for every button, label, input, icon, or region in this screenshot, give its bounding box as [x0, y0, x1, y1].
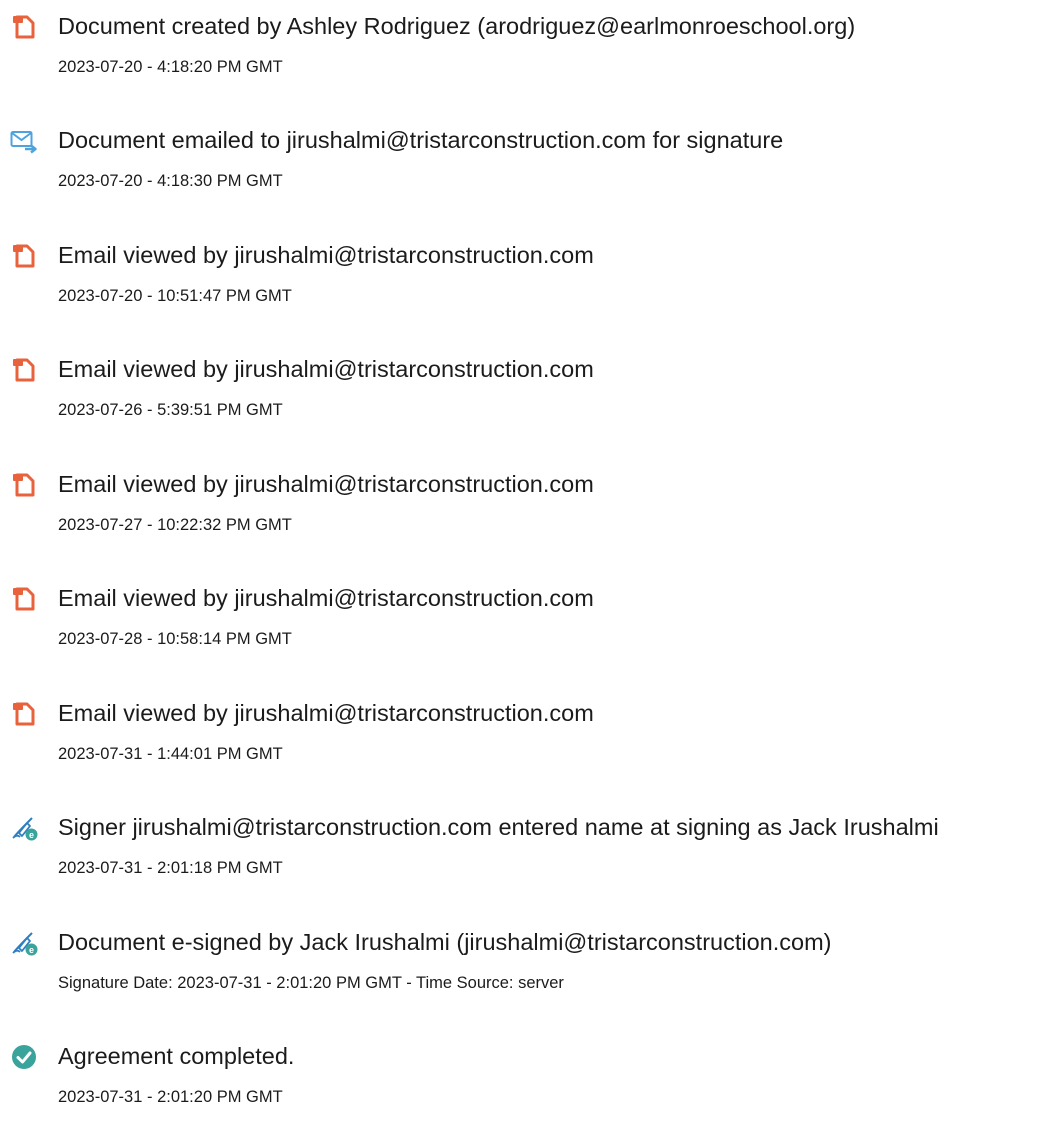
event-timestamp: 2023-07-20 - 4:18:20 PM GMT [58, 58, 283, 76]
document-icon [13, 244, 35, 268]
audit-event: e Document e-signed by Jack Irushalmi (j… [0, 916, 1055, 1016]
event-timestamp: 2023-07-31 - 2:01:18 PM GMT [58, 859, 283, 877]
audit-event: Email viewed by jirushalmi@tristarconstr… [0, 343, 1055, 443]
event-timestamp: 2023-07-31 - 2:01:20 PM GMT [58, 1088, 283, 1106]
event-title: Document created by Ashley Rodriguez (ar… [58, 13, 856, 39]
svg-text:e: e [29, 945, 34, 955]
event-title: Email viewed by jirushalmi@tristarconstr… [58, 242, 594, 268]
event-title: Document e-signed by Jack Irushalmi (jir… [58, 929, 832, 955]
event-timestamp: 2023-07-20 - 10:51:47 PM GMT [58, 287, 292, 305]
event-timestamp: Signature Date: 2023-07-31 - 2:01:20 PM … [58, 974, 564, 992]
event-title: Document emailed to jirushalmi@tristarco… [58, 127, 784, 153]
svg-text:e: e [29, 830, 34, 840]
check-circle-icon [12, 1045, 36, 1069]
event-title: Signer jirushalmi@tristarconstruction.co… [58, 814, 939, 840]
audit-event: Email viewed by jirushalmi@tristarconstr… [0, 458, 1055, 558]
audit-event: e Signer jirushalmi@tristarconstruction.… [0, 801, 1055, 901]
document-icon [13, 358, 35, 382]
event-timestamp: 2023-07-31 - 1:44:01 PM GMT [58, 745, 283, 763]
audit-event: Email viewed by jirushalmi@tristarconstr… [0, 687, 1055, 787]
pen-sign-icon: e [12, 932, 38, 956]
audit-event: Email viewed by jirushalmi@tristarconstr… [0, 229, 1055, 329]
event-title: Agreement completed. [58, 1043, 295, 1069]
audit-event: Agreement completed. 2023-07-31 - 2:01:2… [0, 1030, 1055, 1130]
event-title: Email viewed by jirushalmi@tristarconstr… [58, 700, 594, 726]
event-title: Email viewed by jirushalmi@tristarconstr… [58, 471, 594, 497]
event-timestamp: 2023-07-28 - 10:58:14 PM GMT [58, 630, 292, 648]
pen-sign-icon: e [12, 817, 38, 841]
audit-event: Document emailed to jirushalmi@tristarco… [0, 114, 1055, 214]
event-timestamp: 2023-07-20 - 4:18:30 PM GMT [58, 172, 283, 190]
audit-event: Email viewed by jirushalmi@tristarconstr… [0, 572, 1055, 672]
event-title: Email viewed by jirushalmi@tristarconstr… [58, 356, 594, 382]
document-icon [13, 15, 35, 39]
document-icon [13, 702, 35, 726]
document-icon [13, 587, 35, 611]
document-icon [13, 473, 35, 497]
event-title: Email viewed by jirushalmi@tristarconstr… [58, 585, 594, 611]
audit-event: Document created by Ashley Rodriguez (ar… [0, 0, 1055, 100]
email-sent-icon [10, 131, 37, 154]
event-timestamp: 2023-07-27 - 10:22:32 PM GMT [58, 516, 292, 534]
event-timestamp: 2023-07-26 - 5:39:51 PM GMT [58, 401, 283, 419]
